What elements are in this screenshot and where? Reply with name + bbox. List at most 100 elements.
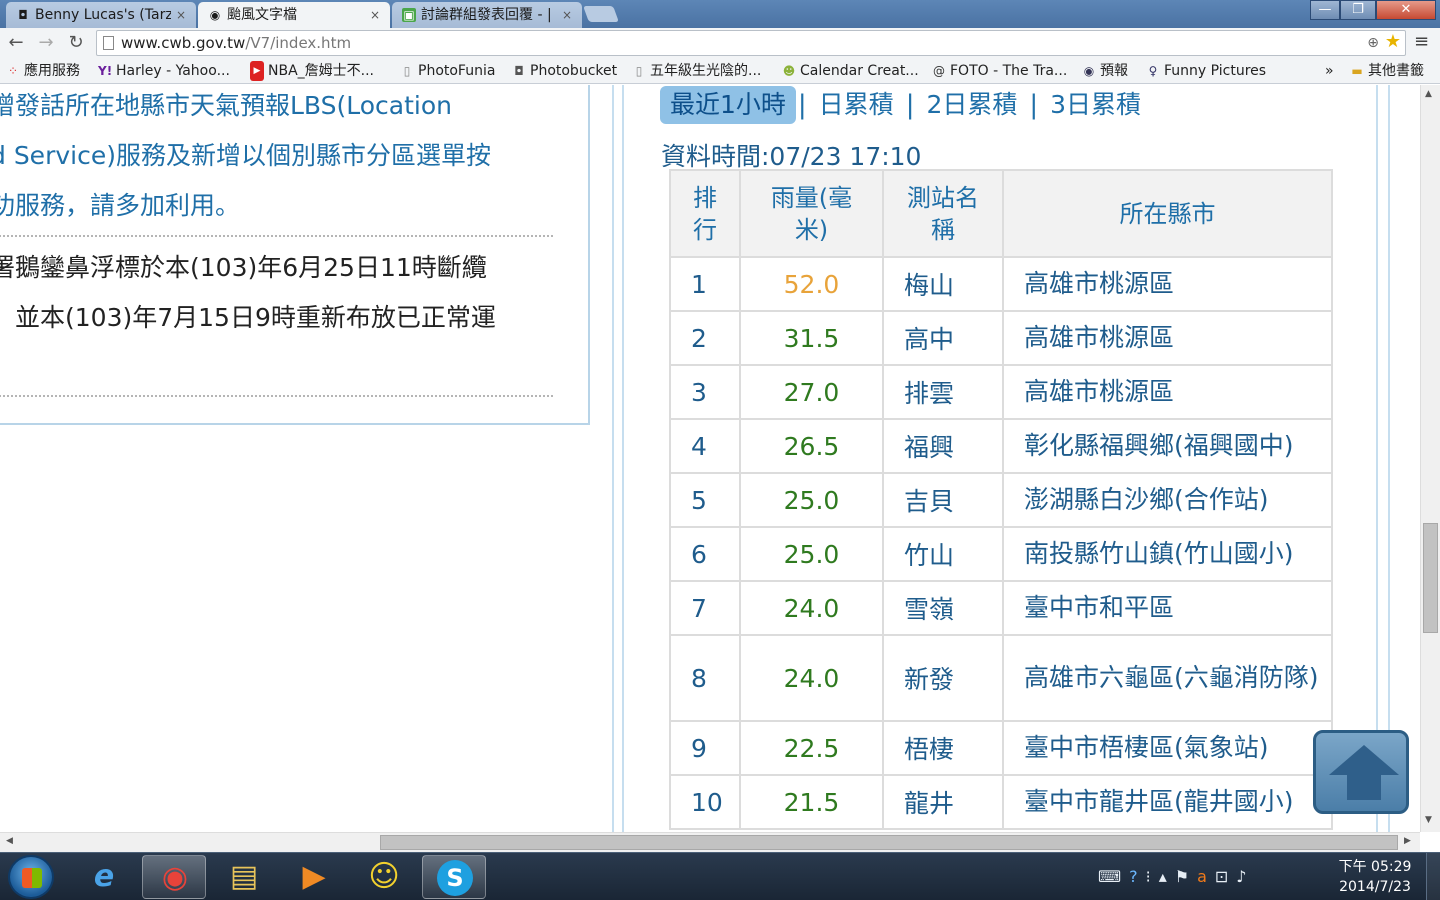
start-button[interactable] bbox=[8, 855, 54, 899]
header-station: 測站名 稱 bbox=[882, 169, 1004, 258]
close-icon[interactable]: × bbox=[370, 4, 382, 26]
window-close-button[interactable]: ✕ bbox=[1376, 0, 1436, 20]
windows-taskbar: e ◉ ▤ ▶ ☺ S ⌨ ? ⁝ ▴ ⚑ a ⊡ ♪ 下午 05:29 201… bbox=[0, 852, 1440, 900]
bookmarks-overflow-button[interactable]: » bbox=[1325, 61, 1334, 81]
taskbar-media-player[interactable]: ▶ bbox=[282, 855, 346, 899]
rank-cell: 6 bbox=[669, 526, 741, 582]
announcement-line: ，並本(103)年7月15日9時重新布放已正常運 bbox=[0, 303, 496, 332]
station-link[interactable]: 排雲 bbox=[882, 364, 1004, 420]
tab-typhoon-text[interactable]: ◉ 颱風文字檔 × bbox=[198, 2, 390, 28]
table-row: 2 31.5 高中 高雄市桃源區 bbox=[669, 310, 1333, 366]
forward-arrow-icon[interactable]: → bbox=[34, 31, 58, 55]
bookmark-photobucket[interactable]: ◘ Photobucket bbox=[512, 61, 617, 81]
vertical-scrollbar[interactable]: ▲ ▼ bbox=[1420, 85, 1440, 832]
station-link[interactable]: 高中 bbox=[882, 310, 1004, 366]
rainfall-cell: 24.0 bbox=[739, 580, 884, 636]
table-row: 3 27.0 排雲 高雄市桃源區 bbox=[669, 364, 1333, 420]
taskbar-skype[interactable]: S bbox=[422, 855, 486, 899]
browser-title-bar: ◘ Benny Lucas's (Tarz × ◉ 颱風文字檔 × ▣ 討論群組… bbox=[0, 0, 1440, 28]
county-cell: 高雄市六龜區(六龜消防隊) bbox=[1002, 634, 1333, 722]
station-link[interactable]: 龍井 bbox=[882, 774, 1004, 830]
vertical-scroll-thumb[interactable] bbox=[1423, 523, 1438, 633]
bookmarks-bar: ⁘ 應用服務 Y! Harley - Yahoo... ▶ NBA_詹姆士不..… bbox=[0, 58, 1440, 84]
bookmark-label: 其他書籤 bbox=[1368, 63, 1424, 79]
column-divider bbox=[1388, 85, 1390, 832]
bookmark-star-icon[interactable]: ★ bbox=[1385, 30, 1401, 54]
announcement-line[interactable]: 增發話所在地縣市天氣預報LBS(Location bbox=[0, 85, 580, 131]
tab-benny-lucas[interactable]: ◘ Benny Lucas's (Tarz × bbox=[6, 2, 196, 28]
scroll-right-arrow-icon[interactable]: ▶ bbox=[1404, 836, 1411, 846]
taskbar-chrome[interactable]: ◉ bbox=[142, 855, 206, 899]
scroll-left-arrow-icon[interactable]: ◀ bbox=[6, 836, 13, 846]
bookmark-calendar-creator[interactable]: ☻ Calendar Creat... bbox=[782, 61, 919, 81]
tab-last-1-hour[interactable]: 最近1小時 bbox=[660, 86, 796, 124]
horizontal-scrollbar[interactable]: ◀ ▶ bbox=[0, 832, 1420, 852]
network-icon[interactable]: ⊡ bbox=[1215, 867, 1228, 889]
tab-forum-reply[interactable]: ▣ 討論群組發表回覆 - | × bbox=[392, 2, 582, 28]
county-cell: 臺中市龍井區(龍井國小) bbox=[1002, 774, 1333, 830]
zoom-icon[interactable]: ⊕ bbox=[1367, 31, 1379, 55]
bookmark-funny-pictures[interactable]: ♀ Funny Pictures bbox=[1146, 61, 1267, 81]
bookmark-photofunia[interactable]: ▯ PhotoFunia bbox=[400, 61, 496, 81]
maximize-button[interactable]: ❐ bbox=[1340, 0, 1376, 20]
station-link[interactable]: 新發 bbox=[882, 634, 1004, 722]
action-center-flag-icon[interactable]: ⚑ bbox=[1175, 867, 1189, 889]
rainfall-cell: 27.0 bbox=[739, 364, 884, 420]
other-bookmarks-folder[interactable]: ▬ 其他書籤 bbox=[1350, 61, 1424, 81]
eye-icon: ◉ bbox=[209, 8, 221, 22]
rank-cell: 3 bbox=[669, 364, 741, 420]
folder-icon: ▤ bbox=[229, 859, 259, 894]
table-row: 1 52.0 梅山 高雄市桃源區 bbox=[669, 256, 1333, 312]
scroll-up-arrow-icon[interactable]: ▲ bbox=[1425, 89, 1432, 99]
volume-icon[interactable]: ♪ bbox=[1236, 867, 1246, 889]
scroll-to-top-button[interactable] bbox=[1313, 730, 1409, 814]
station-link[interactable]: 吉貝 bbox=[882, 472, 1004, 528]
help-icon[interactable]: ? bbox=[1129, 867, 1138, 889]
close-icon[interactable]: × bbox=[562, 4, 574, 26]
bookmark-foto[interactable]: @ FOTO - The Tra... bbox=[932, 61, 1067, 81]
yahoo-messenger-icon: ☺ bbox=[368, 859, 400, 894]
close-icon[interactable]: × bbox=[176, 4, 188, 26]
tab-2-day-accumulated[interactable]: 2日累積 bbox=[916, 86, 1027, 124]
station-link[interactable]: 梧棲 bbox=[882, 720, 1004, 776]
rank-cell: 7 bbox=[669, 580, 741, 636]
reload-icon[interactable]: ↻ bbox=[64, 31, 88, 55]
station-link[interactable]: 雪嶺 bbox=[882, 580, 1004, 636]
menu-icon[interactable]: ≡ bbox=[1414, 31, 1429, 52]
bookmark-nba[interactable]: ▶ NBA_詹姆士不... bbox=[250, 61, 374, 81]
show-hidden-icons-icon[interactable]: ▴ bbox=[1159, 867, 1167, 889]
bookmark-forecast[interactable]: ◉ 預報 bbox=[1082, 61, 1128, 81]
minimize-button[interactable]: — bbox=[1310, 0, 1340, 20]
tab-3-day-accumulated[interactable]: 3日累積 bbox=[1040, 86, 1151, 124]
divider bbox=[0, 235, 553, 237]
taskbar-internet-explorer[interactable]: e bbox=[72, 855, 136, 899]
bookmark-fifth-grade[interactable]: ▯ 五年級生光陰的... bbox=[632, 61, 762, 81]
new-tab-button[interactable] bbox=[583, 6, 619, 22]
taskbar-yahoo-messenger[interactable]: ☺ bbox=[352, 855, 416, 899]
announcement-line[interactable]: 功服務，請多加利用。 bbox=[0, 181, 580, 231]
station-link[interactable]: 福興 bbox=[882, 418, 1004, 474]
table-row: 4 26.5 福興 彰化縣福興鄉(福興國中) bbox=[669, 418, 1333, 474]
scroll-down-arrow-icon[interactable]: ▼ bbox=[1425, 815, 1432, 825]
station-link[interactable]: 竹山 bbox=[882, 526, 1004, 582]
bookmark-apps[interactable]: ⁘ 應用服務 bbox=[6, 61, 80, 81]
system-clock[interactable]: 下午 05:29 2014/7/23 bbox=[1330, 857, 1420, 897]
swirl-icon: @ bbox=[933, 64, 945, 78]
keyboard-icon[interactable]: ⌨ bbox=[1098, 867, 1121, 889]
bookmark-label: 五年級生光陰的... bbox=[650, 63, 762, 79]
bookmark-harley-yahoo[interactable]: Y! Harley - Yahoo... bbox=[98, 61, 230, 81]
horizontal-scroll-thumb[interactable] bbox=[380, 835, 1398, 850]
tray-settings-icon[interactable]: ⁝ bbox=[1146, 867, 1151, 889]
announcement-line[interactable]: d Service)服務及新增以個別縣市分區選單按 bbox=[0, 131, 580, 181]
camera-icon: ◘ bbox=[18, 8, 28, 22]
county-cell: 高雄市桃源區 bbox=[1002, 310, 1333, 366]
rank-cell: 8 bbox=[669, 634, 741, 722]
show-desktop-button[interactable] bbox=[1426, 853, 1440, 900]
avast-icon[interactable]: a bbox=[1197, 867, 1207, 889]
tab-label: Benny Lucas's (Tarz bbox=[35, 7, 171, 23]
taskbar-file-explorer[interactable]: ▤ bbox=[212, 855, 276, 899]
address-bar[interactable]: www.cwb.gov.tw/V7/index.htm ⊕ ★ bbox=[96, 30, 1406, 56]
tab-daily-accumulated[interactable]: 日累積 bbox=[809, 86, 904, 124]
station-link[interactable]: 梅山 bbox=[882, 256, 1004, 312]
back-arrow-icon[interactable]: ← bbox=[4, 31, 28, 55]
